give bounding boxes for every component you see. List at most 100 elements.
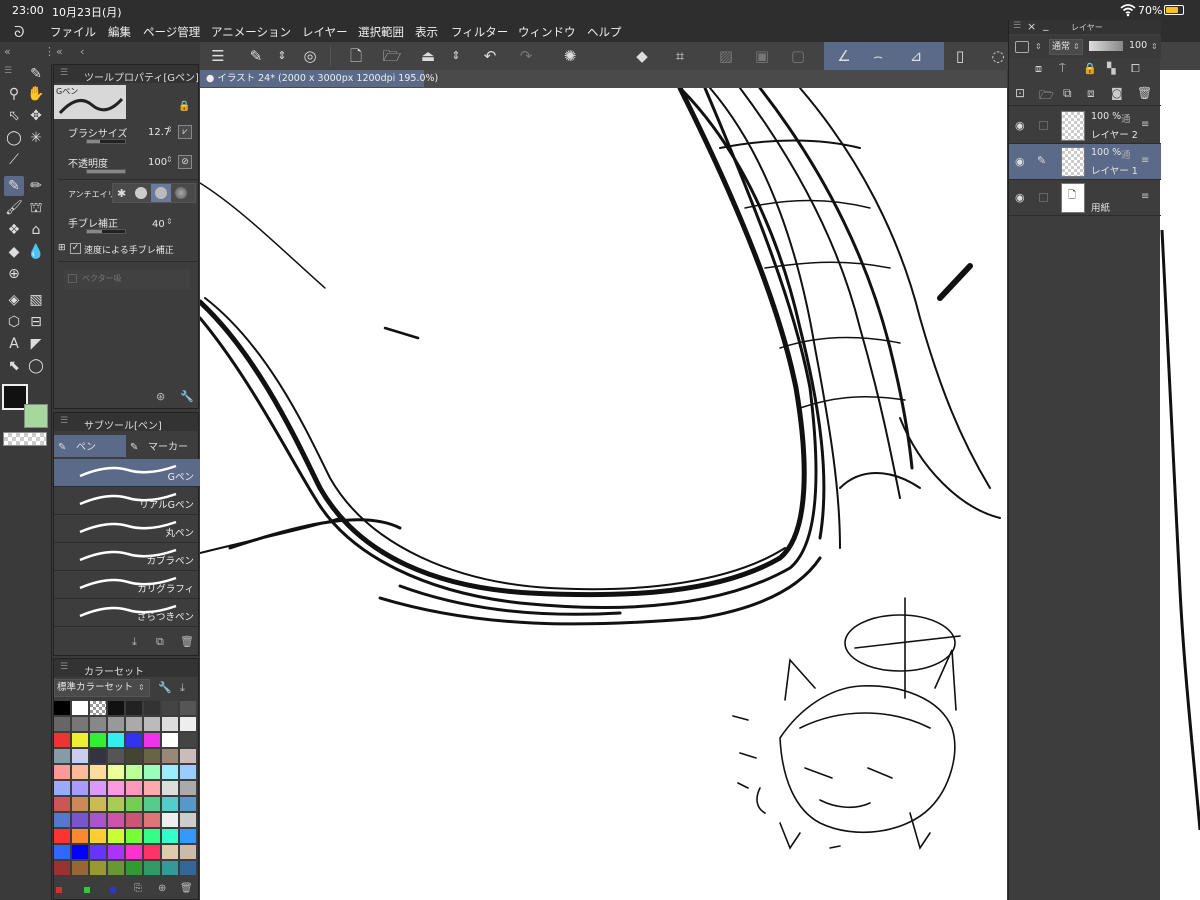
object-select-icon[interactable]: ⬁: [4, 106, 24, 126]
opacity-mode-icon[interactable]: ⊘: [178, 155, 192, 169]
menu-page[interactable]: ページ管理: [143, 24, 200, 40]
layer-mask-icon[interactable]: ◙: [1111, 86, 1123, 100]
color-swatch[interactable]: [162, 797, 178, 811]
color-swatch[interactable]: [90, 829, 106, 843]
duplicate-icon[interactable]: ⧉: [156, 635, 164, 649]
move-icon[interactable]: ✥: [26, 106, 46, 126]
color-swatch[interactable]: [126, 861, 142, 875]
brush-item[interactable]: リアルGペン: [54, 487, 200, 515]
brush-item[interactable]: カリグラフィ: [54, 571, 200, 599]
new-file-icon[interactable]: 🗋: [346, 46, 366, 66]
gradient-icon[interactable]: ▧: [26, 290, 46, 310]
transparent-color-swatch[interactable]: [3, 432, 47, 446]
hand-icon[interactable]: ✋: [26, 84, 46, 104]
color-swatch[interactable]: [72, 781, 88, 795]
color-swatch[interactable]: [90, 717, 106, 731]
blend-icon[interactable]: 💧: [26, 242, 46, 262]
color-swatch[interactable]: [180, 765, 196, 779]
pen-tool-icon[interactable]: ✎: [4, 176, 24, 196]
drag-handle-icon[interactable]: ≡: [1141, 191, 1149, 202]
color-swatch[interactable]: [90, 781, 106, 795]
color-swatch[interactable]: [90, 701, 106, 715]
copy-layer-icon[interactable]: ⧉: [1063, 86, 1072, 101]
color-swatch[interactable]: [126, 845, 142, 859]
vector-checkbox[interactable]: [68, 274, 77, 283]
color-swatch[interactable]: [180, 749, 196, 763]
zoom-icon[interactable]: ⚲: [4, 84, 24, 104]
color-swatch[interactable]: [126, 733, 142, 747]
color-swatch[interactable]: [126, 701, 142, 715]
brush-size-slider[interactable]: [86, 139, 126, 144]
layer-edit-box[interactable]: [1039, 121, 1048, 130]
wrench-icon[interactable]: 🔧: [180, 390, 194, 403]
transform-icon[interactable]: ⌗: [670, 46, 690, 66]
figure-icon[interactable]: ⌂: [26, 220, 46, 240]
brush-item[interactable]: 丸ペン: [54, 515, 200, 543]
menu-layer[interactable]: レイヤー: [302, 24, 348, 40]
eraser-icon[interactable]: ◆: [4, 242, 24, 262]
color-swatch[interactable]: [162, 813, 178, 827]
color-swatch[interactable]: [144, 765, 160, 779]
color-swatch[interactable]: [54, 765, 70, 779]
undo-icon[interactable]: ↶: [480, 46, 500, 66]
merge-layer-icon[interactable]: ⧈: [1087, 86, 1095, 101]
trash-icon[interactable]: 🗑: [180, 883, 193, 894]
menu-selection[interactable]: 選択範囲: [358, 24, 404, 40]
speech-icon[interactable]: ◌: [988, 46, 1008, 66]
menu-icon[interactable]: ☰: [208, 46, 228, 66]
antialias-none-icon[interactable]: ✱: [117, 187, 126, 200]
color-swatch[interactable]: [144, 701, 160, 715]
minimize-icon[interactable]: _: [1043, 18, 1049, 31]
polygon-icon[interactable]: ⬡: [4, 312, 24, 332]
color-swatch[interactable]: [162, 733, 178, 747]
color-swatch[interactable]: [108, 717, 124, 731]
new-raster-layer-icon[interactable]: ⊡: [1015, 86, 1025, 100]
lock-transparent-icon[interactable]: ▚: [1107, 62, 1115, 75]
spin-icon[interactable]: ⇕: [166, 217, 173, 226]
opacity-slider[interactable]: [86, 169, 126, 174]
color-swatch[interactable]: [180, 861, 196, 875]
color-swatch[interactable]: [162, 765, 178, 779]
color-swatch[interactable]: [108, 765, 124, 779]
color-swatch[interactable]: [162, 845, 178, 859]
stabilizer-1-icon[interactable]: ∠: [834, 46, 854, 66]
correct-line-icon[interactable]: ⬉: [4, 356, 24, 376]
color-swatch[interactable]: [54, 701, 70, 715]
color-swatch[interactable]: [144, 845, 160, 859]
brush-item[interactable]: ざらつきペン: [54, 599, 200, 627]
color-swatch[interactable]: [144, 797, 160, 811]
lock-icon[interactable]: 🔒: [1083, 62, 1097, 75]
color-swatch[interactable]: [180, 781, 196, 795]
chevron-left-icon[interactable]: ‹: [80, 45, 84, 58]
color-swatch[interactable]: [126, 717, 142, 731]
color-swatch[interactable]: [144, 861, 160, 875]
redo-icon[interactable]: ↷: [516, 46, 536, 66]
trash-icon[interactable]: 🗑: [1137, 86, 1152, 100]
color-swatch[interactable]: [144, 733, 160, 747]
color-swatch[interactable]: [126, 797, 142, 811]
download-icon[interactable]: ⤓: [132, 635, 137, 649]
color-swatch[interactable]: [108, 861, 124, 875]
color-swatch[interactable]: [72, 845, 88, 859]
canvas-tab[interactable]: ● イラスト 24* (2000 x 3000px 1200dpi 195.0%…: [200, 70, 438, 87]
spin-icon[interactable]: ⇕: [138, 683, 145, 692]
mask-icon[interactable]: ⧠: [1131, 62, 1140, 76]
color-swatch[interactable]: [108, 733, 124, 747]
menu-filter[interactable]: フィルター: [451, 24, 508, 40]
color-swatch[interactable]: [54, 733, 70, 747]
color-swatch[interactable]: [162, 829, 178, 843]
color-swatch[interactable]: [72, 701, 88, 715]
speed-stabilization-checkbox[interactable]: ✓: [70, 243, 81, 254]
color-swatch[interactable]: [54, 717, 70, 731]
brush-item[interactable]: Gペン: [54, 459, 200, 487]
loading-icon[interactable]: ✺: [560, 46, 580, 66]
color-swatch[interactable]: [162, 701, 178, 715]
airbrush-icon[interactable]: ⛫: [26, 198, 46, 218]
open-folder-icon[interactable]: 🗁: [382, 46, 402, 66]
color-swatch[interactable]: [108, 701, 124, 715]
color-swatch[interactable]: [72, 749, 88, 763]
color-swatch[interactable]: [126, 781, 142, 795]
color-swatch[interactable]: [108, 829, 124, 843]
color-swatch[interactable]: [72, 829, 88, 843]
eye-icon[interactable]: ◉: [1015, 191, 1025, 204]
